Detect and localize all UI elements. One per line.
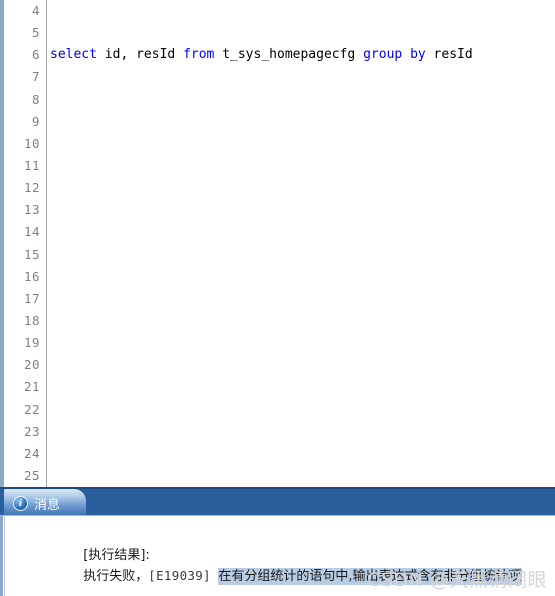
code-line[interactable] [50,399,555,421]
sql-editor[interactable]: 4 5 6 7 8 9 10 11 12 13 14 15 16 17 18 19 20 21 22 23 24 25 s… [0,0,555,487]
code-line[interactable] [50,66,555,88]
message-body[interactable]: [执行结果]: 执行失败，[E19039] 在有分组统计的语句中,输出表达式含有… [0,515,555,596]
message-body-inner-border [4,516,5,596]
code-line[interactable] [50,354,555,376]
code-line[interactable] [50,177,555,199]
line-number: 18 [23,312,40,328]
code-line[interactable] [50,443,555,465]
code-line[interactable] [50,376,555,398]
line-number: 25 [23,467,40,483]
line-number: 16 [23,268,40,284]
code-line[interactable] [50,465,555,487]
sql-text: t_sys_homepagecfg [214,47,364,63]
line-number: 12 [23,180,40,196]
sql-keyword: by [410,47,426,63]
line-number: 19 [23,335,40,351]
message-panel: 消息 [执行结果]: 执行失败，[E19039] 在有分组统计的语句中,输出表达… [0,487,555,596]
sql-client-window: 4 5 6 7 8 9 10 11 12 13 14 15 16 17 18 19 20 21 22 23 24 25 s… [0,0,555,596]
code-line[interactable] [50,244,555,266]
line-number-gutter: 4 5 6 7 8 9 10 11 12 13 14 15 16 17 18 19 20 21 22 23 24 25 [4,0,46,487]
code-line[interactable] [50,199,555,221]
code-line-sql[interactable]: select id, resId from t_sys_homepagecfg … [50,44,555,66]
code-line[interactable] [50,22,555,44]
code-line[interactable] [50,266,555,288]
line-number: 4 [31,3,40,18]
code-line[interactable] [50,332,555,354]
gutter-divider [46,0,47,487]
message-body-left-border [0,516,3,596]
result-header-label: [执行结果]: [83,548,150,563]
line-number: 13 [23,202,40,218]
sql-keyword: group [363,47,403,63]
code-line[interactable] [50,221,555,243]
line-number: 21 [23,379,40,395]
tab-messages-label: 消息 [34,497,61,513]
line-number: 9 [31,113,40,129]
line-number: 6 [31,47,40,63]
code-line[interactable] [50,0,555,22]
line-number-list: 4 5 6 7 8 9 10 11 12 13 14 15 16 17 18 19 20 21 22 23 24 25 [4,0,46,487]
code-line[interactable] [50,421,555,443]
code-line[interactable] [50,89,555,111]
code-line[interactable] [50,288,555,310]
sql-keyword: select [50,47,97,63]
result-header-line: [执行结果]: [8,523,551,563]
line-number: 14 [23,224,40,240]
code-line[interactable] [50,155,555,177]
sql-text: resId [425,47,473,63]
line-number: 8 [31,91,40,107]
line-number: 24 [23,445,40,461]
code-line[interactable] [50,111,555,133]
line-number: 11 [23,157,40,173]
line-number: 10 [23,135,40,151]
line-number: 15 [23,246,40,262]
error-code-label: [E19039] [148,568,211,583]
info-icon [13,495,28,511]
line-number: 20 [23,357,40,373]
sql-text: id, resId [96,47,184,63]
code-content-area[interactable]: select id, resId from t_sys_homepagecfg … [50,0,555,487]
code-line[interactable] [50,310,555,332]
line-number: 5 [31,25,40,41]
line-number: 17 [23,290,40,306]
message-lines: [执行结果]: 执行失败，[E19039] 在有分组统计的语句中,输出表达式含有… [8,523,551,585]
tab-messages[interactable]: 消息 [4,489,87,515]
sql-keyword: from [183,47,215,63]
error-prefix-label: 执行失败， [83,569,149,584]
line-number: 7 [31,69,40,85]
code-line[interactable] [50,133,555,155]
line-number: 23 [23,423,40,439]
message-tabbar: 消息 [0,487,555,515]
line-number: 22 [23,401,40,417]
csdn-watermark: CSDN @天黑请闭眼 [367,569,547,591]
